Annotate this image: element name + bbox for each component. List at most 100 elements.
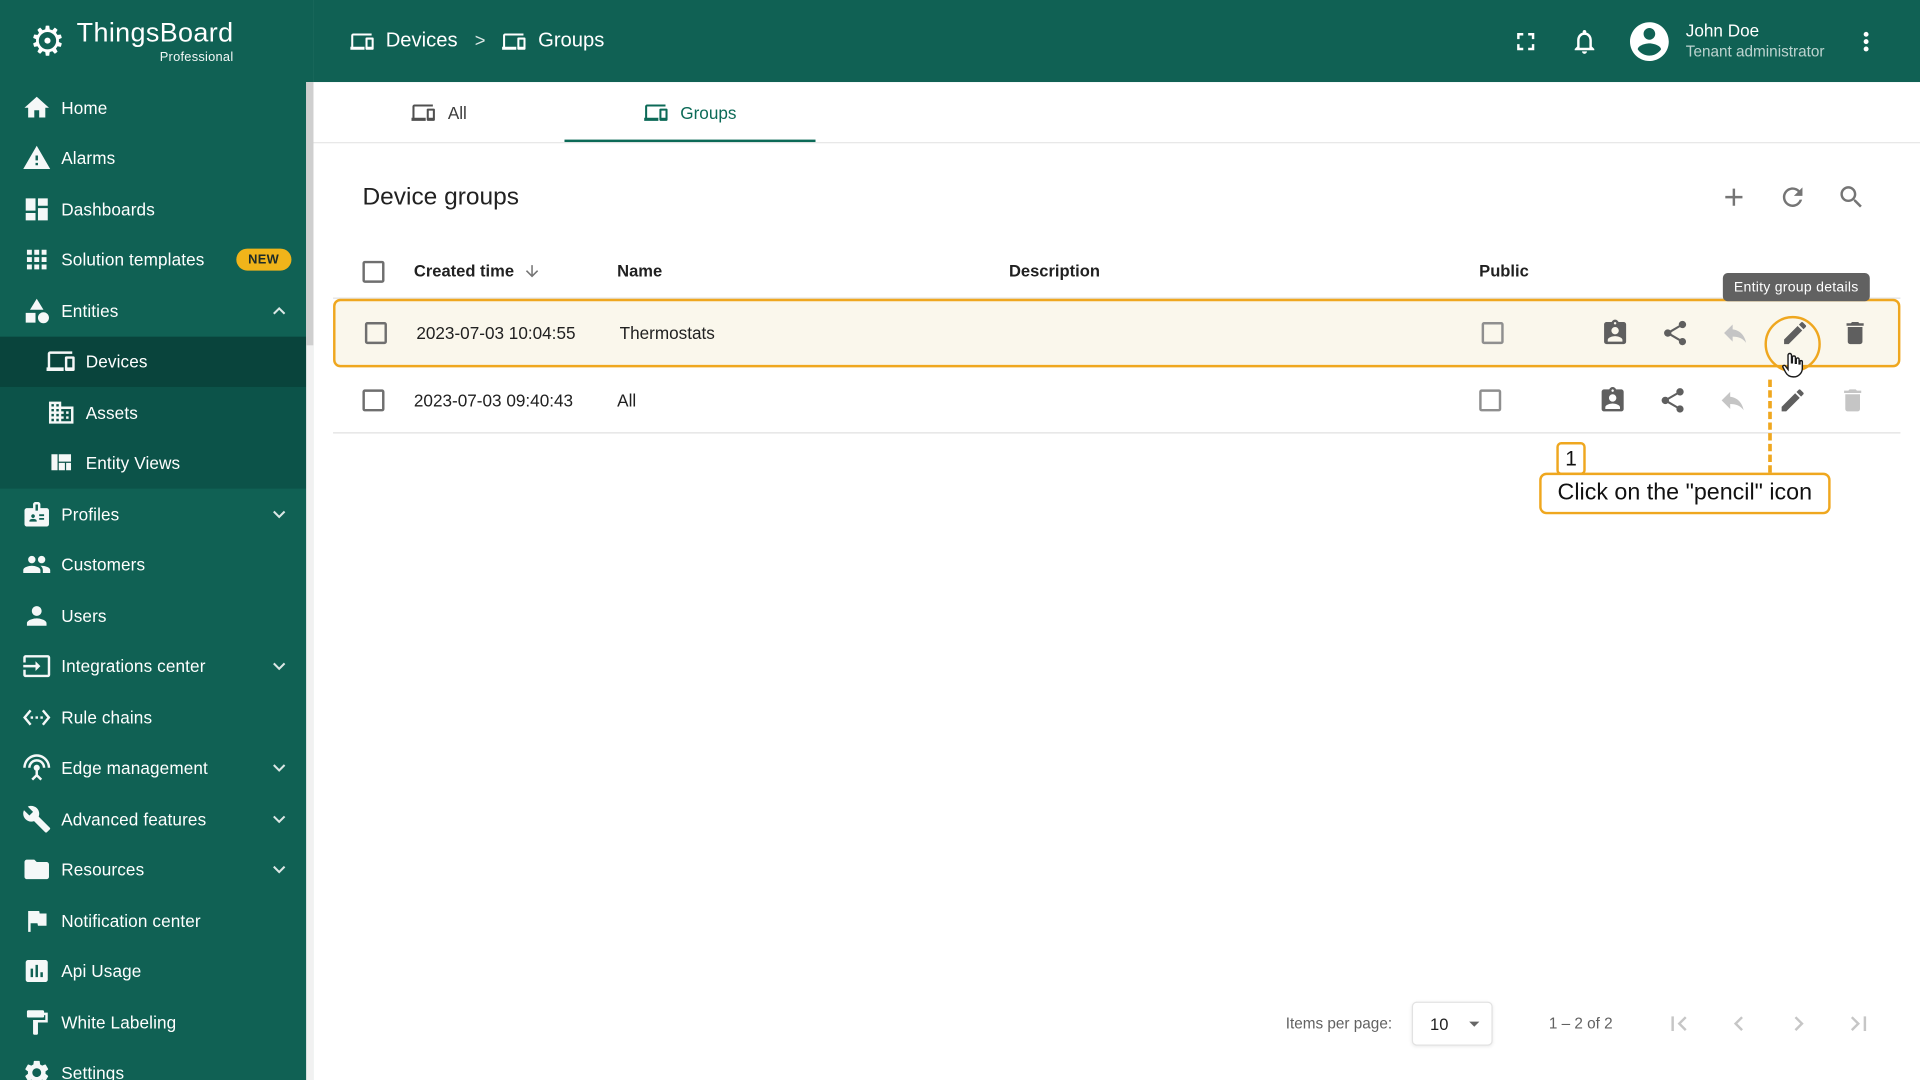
folder-icon (22, 855, 51, 884)
sidebar-item-solution-templates[interactable]: Solution templates NEW (0, 234, 306, 285)
share-button[interactable] (1660, 318, 1689, 347)
notifications-button[interactable] (1562, 19, 1606, 63)
sidebar-item-white-labeling[interactable]: White Labeling (0, 997, 306, 1048)
prev-page-icon (1724, 1009, 1753, 1038)
paint-icon (22, 1007, 51, 1036)
sidebar-item-settings[interactable]: Settings (0, 1048, 306, 1080)
sidebar-item-alarms[interactable]: Alarms (0, 133, 306, 184)
sidebar-item-profiles[interactable]: Profiles (0, 489, 306, 540)
apps-icon (22, 245, 51, 274)
cell-name: Thermostats (619, 323, 715, 343)
next-page-button (1784, 1009, 1813, 1038)
column-label: Description (1008, 262, 1100, 281)
edit-button[interactable] (1778, 385, 1807, 414)
annotation-step-number: 1 (1556, 442, 1586, 476)
cursor-hand-icon (1782, 352, 1804, 378)
sidebar-item-label: Advanced features (61, 809, 207, 829)
tab-label: Groups (680, 102, 737, 122)
sidebar-item-dashboards[interactable]: Dashboards (0, 184, 306, 235)
column-label: Name (617, 262, 663, 281)
column-header-public[interactable]: Public (1457, 262, 1579, 280)
public-checkbox[interactable] (1481, 322, 1504, 345)
sidebar-scrollbar[interactable] (306, 82, 314, 1080)
sidebar: ⚙ ThingsBoard Professional Home Alarms D… (0, 0, 314, 1080)
chevron-up-icon (267, 298, 291, 322)
public-checkbox[interactable] (1479, 388, 1502, 411)
more-menu-button[interactable] (1844, 19, 1888, 63)
refresh-button[interactable] (1778, 182, 1807, 211)
logo-text: ThingsBoard Professional (77, 17, 234, 65)
sidebar-item-label: Solution templates (61, 250, 205, 270)
sidebar-item-notification-center[interactable]: Notification center (0, 895, 306, 946)
sort-desc-icon (523, 262, 541, 280)
select-all-checkbox[interactable] (362, 260, 385, 283)
share-button[interactable] (1658, 385, 1687, 414)
group-users-button[interactable] (1598, 385, 1627, 414)
delete-icon (1838, 385, 1867, 414)
sidebar-item-label: Entity Views (85, 453, 181, 473)
sidebar-item-home[interactable]: Home (0, 82, 306, 133)
page-title: Device groups (362, 183, 519, 210)
table-toolbar: Device groups (313, 143, 1920, 212)
delete-button (1838, 385, 1867, 414)
category-icon (22, 296, 51, 325)
row-checkbox[interactable] (362, 388, 385, 411)
search-button[interactable] (1837, 182, 1866, 211)
devices-icon (47, 347, 76, 376)
table-header-row: Created time Name Description Public (333, 245, 1901, 299)
add-icon (1719, 182, 1748, 211)
gear-logo-icon: ⚙ (29, 17, 66, 65)
ethernet-icon (22, 703, 51, 732)
group-users-icon (1600, 318, 1629, 347)
thingsboard-logo[interactable]: ⚙ ThingsBoard Professional (0, 0, 313, 82)
column-header-name[interactable]: Name (607, 262, 999, 280)
breadcrumb-groups[interactable]: Groups (538, 29, 604, 52)
flag-icon (22, 906, 51, 935)
tools-icon (22, 804, 51, 833)
add-entity-group-button[interactable] (1719, 182, 1748, 211)
delete-button[interactable] (1840, 318, 1869, 347)
column-label: Created time (413, 262, 515, 281)
sidebar-item-edge-management[interactable]: Edge management (0, 743, 306, 794)
breadcrumb-devices[interactable]: Devices (386, 29, 458, 52)
sidebar-item-assets[interactable]: Assets (0, 387, 306, 438)
sidebar-item-api-usage[interactable]: Api Usage (0, 946, 306, 997)
group-users-button[interactable] (1600, 318, 1629, 347)
sidebar-item-advanced-features[interactable]: Advanced features (0, 793, 306, 844)
pencil-icon (1778, 385, 1807, 414)
entity-group-details-tooltip: Entity group details (1722, 273, 1870, 302)
chevron-down-icon (267, 807, 291, 831)
user-menu[interactable]: John Doe Tenant administrator (1626, 18, 1825, 65)
sidebar-item-label: Resources (61, 859, 145, 880)
devices-icon (503, 29, 527, 53)
sidebar-item-label: Home (61, 97, 108, 118)
share-icon (1658, 385, 1687, 414)
sidebar-item-integrations-center[interactable]: Integrations center (0, 641, 306, 692)
sidebar-item-customers[interactable]: Customers (0, 539, 306, 590)
thingsboard-app: ⚙ ThingsBoard Professional Home Alarms D… (0, 0, 1920, 1080)
top-header: Devices > Groups John Doe Tenant adminis… (313, 0, 1920, 83)
column-header-created-time[interactable]: Created time (404, 262, 607, 280)
sidebar-item-users[interactable]: Users (0, 590, 306, 641)
column-header-description[interactable]: Description (999, 262, 1457, 280)
user-name: John Doe (1685, 21, 1760, 41)
share-icon (1660, 318, 1689, 347)
sidebar-item-rule-chains[interactable]: Rule chains (0, 692, 306, 743)
sidebar-item-resources[interactable]: Resources (0, 844, 306, 895)
table-row-thermostats[interactable]: 2023-07-03 10:04:55 Thermostats (333, 298, 1901, 368)
tab-all[interactable]: All (313, 82, 564, 142)
table-row-all[interactable]: 2023-07-03 09:40:43 All (333, 367, 1901, 434)
tab-groups[interactable]: Groups (564, 82, 816, 143)
sidebar-subgroup-entities: Devices Assets Entity Views (0, 336, 307, 489)
fullscreen-button[interactable] (1503, 19, 1547, 63)
items-per-page-select[interactable]: 10 (1411, 1001, 1493, 1046)
cell-name: All (617, 390, 637, 410)
search-icon (1837, 182, 1866, 211)
sidebar-item-entity-views[interactable]: Entity Views (0, 438, 306, 489)
first-page-button (1664, 1009, 1693, 1038)
user-info: John Doe Tenant administrator (1686, 20, 1825, 62)
dashboards-icon (22, 194, 51, 223)
sidebar-item-devices[interactable]: Devices (0, 336, 307, 387)
row-checkbox[interactable] (364, 322, 387, 345)
sidebar-item-entities[interactable]: Entities (0, 285, 306, 336)
